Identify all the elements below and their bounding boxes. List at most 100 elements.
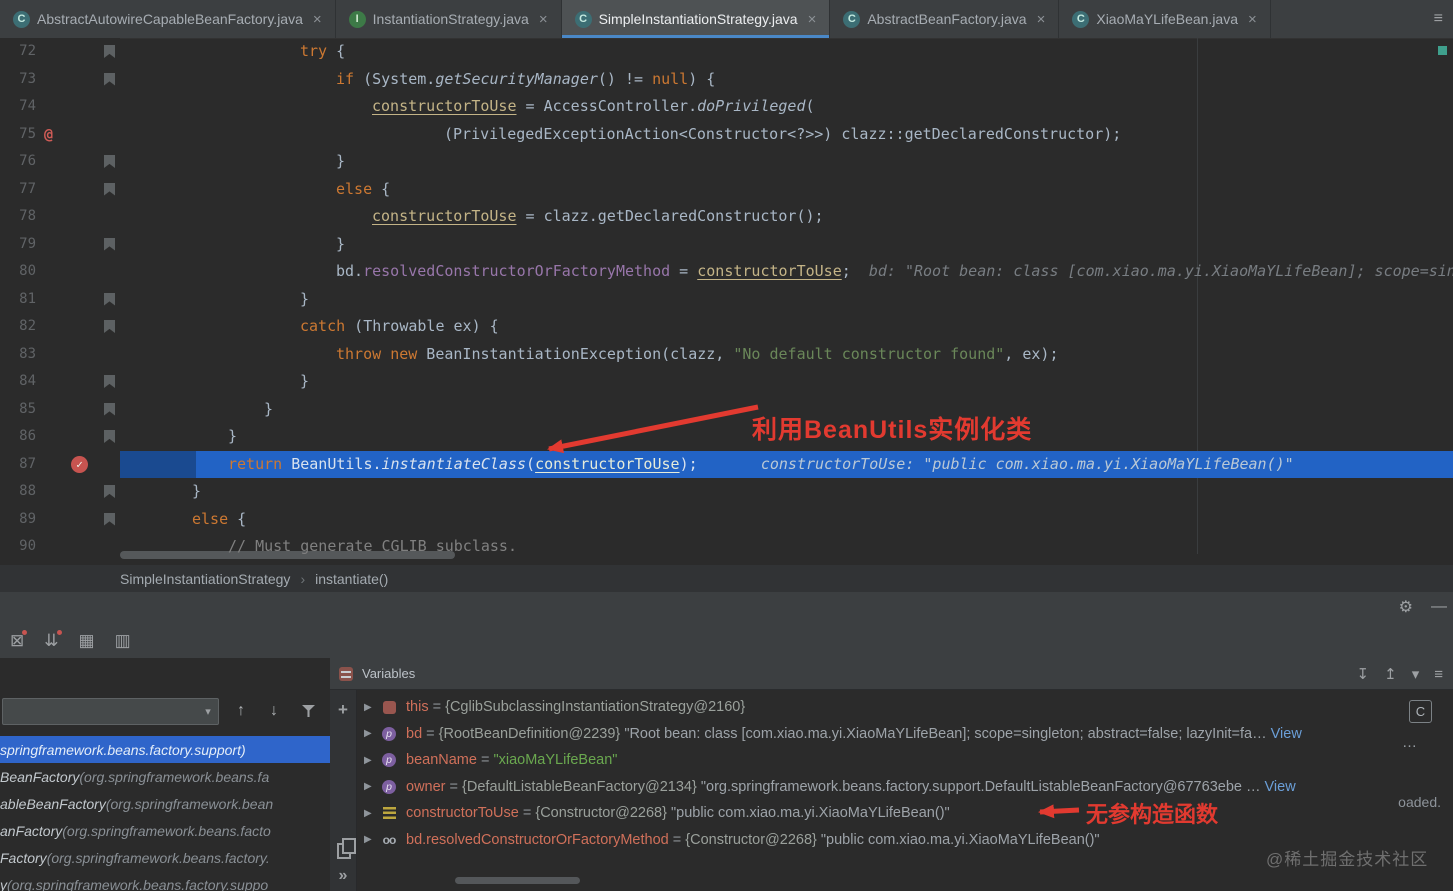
- ellipsis-icon[interactable]: …: [1402, 734, 1417, 751]
- expand-arrow-icon[interactable]: ▶: [364, 702, 381, 713]
- code-editor[interactable]: 72 try {73 if (System.getSecurityManager()…: [0, 38, 1453, 565]
- gutter: 83: [0, 340, 120, 368]
- code-line[interactable]: 84}: [0, 368, 1453, 396]
- add-watch-icon[interactable]: +: [335, 700, 351, 720]
- frame-row[interactable]: BeanFactory (org.springframework.beans.f…: [0, 763, 330, 790]
- bookmark-icon[interactable]: [104, 155, 115, 168]
- previous-frame-icon[interactable]: ↑: [237, 700, 245, 722]
- settings-gear-icon[interactable]: ⚙: [1399, 597, 1413, 617]
- variable-text: bd.resolvedConstructorOrFactoryMethod = …: [406, 831, 1100, 848]
- code-text: }: [336, 234, 346, 253]
- view-link[interactable]: View: [1271, 726, 1302, 742]
- close-icon[interactable]: ×: [313, 11, 322, 28]
- hide-panel-icon[interactable]: —: [1431, 598, 1447, 616]
- code-line[interactable]: 89 else {: [0, 505, 1453, 533]
- view-as-table-icon[interactable]: ▦: [79, 632, 95, 649]
- expand-arrow-icon[interactable]: ▶: [364, 728, 381, 739]
- editor-tab[interactable]: I InstantiationStrategy.java ×: [336, 0, 562, 38]
- menu-icon[interactable]: ≡: [1434, 666, 1443, 683]
- menu-arrow-icon[interactable]: ▾: [1412, 665, 1420, 683]
- layout-settings-icon[interactable]: ▥: [115, 632, 131, 649]
- chevron-down-icon[interactable]: ▾: [198, 705, 218, 718]
- line-number: 75: [19, 125, 36, 142]
- code-text: (PrivilegedExceptionAction<Constructor<?…: [444, 124, 1122, 143]
- variable-row[interactable]: ▶ this = {CglibSubclassingInstantiationSt…: [356, 694, 1453, 721]
- step-filter-icon[interactable]: ⇊: [44, 629, 62, 649]
- close-icon[interactable]: ×: [1037, 11, 1046, 28]
- bookmark-icon[interactable]: [104, 512, 115, 526]
- variable-text: this = {CglibSubclassingInstantiationStr…: [406, 699, 746, 716]
- code-line[interactable]: 73 if (System.getSecurityManager() != nul…: [0, 65, 1453, 93]
- editor-tab[interactable]: C AbstractBeanFactory.java ×: [830, 0, 1060, 38]
- next-frame-icon[interactable]: ↓: [270, 700, 278, 722]
- code-line[interactable]: 88}: [0, 478, 1453, 506]
- tab-overflow-icon[interactable]: ≡: [1434, 0, 1443, 38]
- close-icon[interactable]: ×: [808, 11, 817, 28]
- evaluate-type-icon[interactable]: C: [1409, 700, 1432, 723]
- variable-row[interactable]: ▶ p bd = {RootBeanDefinition@2239} "Root b…: [356, 721, 1453, 748]
- gutter: 72: [0, 38, 120, 66]
- code-line[interactable]: 77 else {: [0, 175, 1453, 203]
- gutter: 87 ✓: [0, 450, 120, 478]
- code-text: catch (Throwable ex) {: [300, 317, 499, 335]
- bookmark-icon[interactable]: [104, 72, 115, 86]
- bookmark-icon[interactable]: [104, 237, 115, 251]
- close-icon[interactable]: ×: [539, 11, 548, 28]
- expand-arrow-icon[interactable]: ▶: [364, 781, 381, 792]
- line-number: 87: [19, 455, 36, 472]
- code-line[interactable]: 78 constructorToUse = clazz.getDeclaredCo…: [0, 203, 1453, 231]
- close-tab-icon[interactable]: ⊠: [10, 629, 28, 649]
- scroll-to-end-icon[interactable]: ↧: [1357, 665, 1370, 683]
- filter-icon[interactable]: [302, 705, 315, 717]
- code-line[interactable]: 86}: [0, 423, 1453, 451]
- code-line[interactable]: 81}: [0, 285, 1453, 313]
- frame-row[interactable]: anFactory (org.springframework.beans.fac…: [0, 817, 330, 844]
- code-line[interactable]: 79}: [0, 230, 1453, 258]
- code-line[interactable]: 87 ✓ return BeanUtils.instantiateClass(con…: [0, 450, 1453, 478]
- bookmark-icon[interactable]: [104, 375, 115, 388]
- bookmark-icon[interactable]: [104, 402, 115, 416]
- variables-icon: [339, 666, 353, 681]
- bookmark-icon[interactable]: [104, 182, 115, 196]
- breadcrumb-item[interactable]: SimpleInstantiationStrategy: [120, 571, 290, 587]
- code-line[interactable]: 74 constructorToUse = AccessController.do…: [0, 93, 1453, 121]
- editor-tab[interactable]: C AbstractAutowireCapableBeanFactory.java…: [0, 0, 336, 38]
- close-icon[interactable]: ×: [1248, 11, 1257, 28]
- bookmark-icon[interactable]: [104, 485, 115, 498]
- bookmark-icon[interactable]: [104, 292, 115, 306]
- line-number: 76: [19, 153, 36, 169]
- code-line[interactable]: 76}: [0, 148, 1453, 176]
- breakpoint-icon[interactable]: ✓: [71, 455, 88, 473]
- variable-row[interactable]: ▶ constructorToUse = {Constructor@2268} "…: [356, 800, 1453, 827]
- frame-row[interactable]: ableBeanFactory (org.springframework.bea…: [0, 790, 330, 817]
- editor-tab[interactable]: C XiaoMaYLifeBean.java ×: [1059, 0, 1271, 38]
- bookmark-icon[interactable]: [104, 430, 115, 443]
- frame-row[interactable]: springframework.beans.factory.support): [0, 736, 330, 763]
- copy-icon[interactable]: [337, 838, 356, 859]
- editor-tab[interactable]: C SimpleInstantiationStrategy.java ×: [561, 0, 831, 38]
- breadcrumb-item[interactable]: instantiate(): [315, 571, 388, 587]
- code-text: else {: [192, 509, 247, 528]
- code-line[interactable]: 75 @ (PrivilegedExceptionAction<Constructo…: [0, 120, 1453, 148]
- code-line[interactable]: 85}: [0, 395, 1453, 423]
- bookmark-icon[interactable]: [104, 320, 115, 333]
- expand-arrow-icon[interactable]: ▶: [364, 834, 381, 845]
- expand-arrow-icon[interactable]: ▶: [364, 808, 381, 819]
- frame-row[interactable]: y (org.springframework.beans.factory.sup…: [0, 871, 330, 891]
- frames-combobox[interactable]: ▾: [2, 698, 219, 725]
- code-line[interactable]: 83 throw new BeanInstantiationException(c…: [0, 340, 1453, 368]
- code-line[interactable]: 82 catch (Throwable ex) {: [0, 313, 1453, 341]
- code-line[interactable]: 90 // Must generate CGLIB subclass.: [0, 533, 1453, 561]
- frame-row[interactable]: Factory (org.springframework.beans.facto…: [0, 844, 330, 871]
- expand-arrow-icon[interactable]: ▶: [364, 755, 381, 766]
- code-line[interactable]: 72 try {: [0, 38, 1453, 66]
- more-actions-icon[interactable]: »: [330, 867, 356, 885]
- bookmark-icon[interactable]: [104, 45, 115, 58]
- variable-row[interactable]: ▶ p beanName = "xiaoMaYLifeBean": [356, 747, 1453, 774]
- variable-row[interactable]: ▶ p owner = {DefaultListableBeanFactory@21…: [356, 774, 1453, 801]
- view-link[interactable]: View: [1265, 779, 1296, 795]
- code-line[interactable]: 80 bd.resolvedConstructorOrFactoryMethod …: [0, 258, 1453, 286]
- variables-hscrollbar[interactable]: [455, 877, 580, 884]
- jump-to-source-icon[interactable]: ↥: [1384, 665, 1397, 683]
- line-number: 72: [19, 43, 36, 59]
